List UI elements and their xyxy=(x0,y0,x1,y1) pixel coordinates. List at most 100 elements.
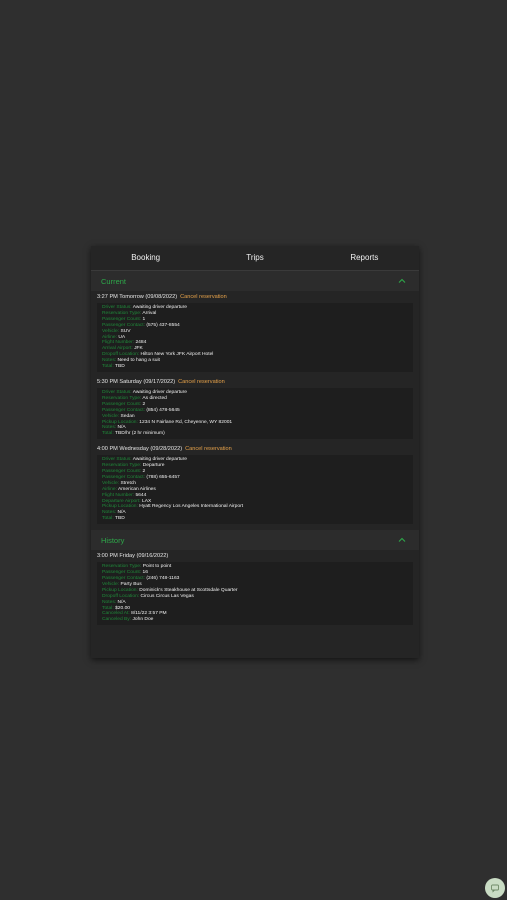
detail-label: Passenger Count: xyxy=(102,570,142,576)
detail-label: Total: xyxy=(102,516,114,522)
detail-value: TBD/hr (2 hr minimum) xyxy=(114,431,165,437)
detail-value: Need to hang a suit xyxy=(117,358,160,364)
history-section-title: History xyxy=(101,535,125,545)
history-section-header[interactable]: History xyxy=(91,530,419,551)
detail-label: Vehicle: xyxy=(102,581,120,587)
trip-datetime: 3:27 PM Tomorrow (09/08/2022) xyxy=(97,294,178,300)
detail-label: Reservation Type: xyxy=(102,564,142,570)
trip-details: Driver Status: Awaiting driver departure… xyxy=(97,303,413,372)
detail-label: Pickup Location: xyxy=(102,419,138,425)
detail-value: As directed xyxy=(142,395,167,401)
detail-label: Arrival Airport: xyxy=(102,346,133,352)
detail-value: 8/11/22 3:57 PM xyxy=(131,611,167,617)
trip-datetime: 3:00 PM Friday (09/16/2022) xyxy=(97,553,169,560)
detail-label: Reservation Type: xyxy=(102,310,142,316)
detail-value: $20.00 xyxy=(115,605,131,611)
detail-value: Awaiting driver departure xyxy=(132,457,187,463)
chevron-up-icon[interactable] xyxy=(397,535,407,545)
tab-trips[interactable]: Trips xyxy=(200,246,309,270)
detail-value: N/A xyxy=(117,425,126,431)
current-trips-list: 3:27 PM Tomorrow (09/08/2022) Cancel rese… xyxy=(91,291,419,528)
detail-label: Driver Status: xyxy=(102,457,132,463)
detail-value: 1 xyxy=(142,316,146,322)
detail-value: UA xyxy=(118,334,126,340)
cancel-reservation-link[interactable]: Cancel reservation xyxy=(178,379,225,385)
detail-label: Canceled At: xyxy=(102,611,130,617)
detail-label: Vehicle: xyxy=(102,328,120,334)
detail-label: Departure Airport: xyxy=(102,498,141,504)
detail-value: 1234 N Fairlane Rd, Cheyenne, WY 82001 xyxy=(139,419,233,425)
detail-value: John Doe xyxy=(132,617,154,623)
detail-label: Dropoff Location: xyxy=(102,593,140,599)
detail-value: Awaiting driver departure xyxy=(132,305,187,310)
detail-label: Passenger Contact: xyxy=(102,407,145,413)
detail-label: Vehicle: xyxy=(102,413,120,419)
trip-heading: 5:30 PM Saturday (09/17/2022) Cancel rese… xyxy=(91,376,419,388)
trip-heading: 4:00 PM Wednesday (09/28/2022) Cancel res… xyxy=(91,443,419,455)
cancel-reservation-link[interactable]: Cancel reservation xyxy=(185,446,232,452)
detail-value: American Airlines xyxy=(118,486,156,492)
detail-label: Airline: xyxy=(102,334,117,340)
trip-datetime: 5:30 PM Saturday (09/17/2022) xyxy=(97,378,176,385)
detail-label: Notes: xyxy=(102,358,117,364)
detail-value: Hyatt Regency Los Angeles International … xyxy=(139,504,244,510)
detail-value: Circus Circus Las Vegas xyxy=(140,593,194,599)
detail-value: Hilton New York JFK Airport Hotel xyxy=(140,352,214,358)
detail-value: Stretch xyxy=(120,480,137,486)
detail-value: Dominick's Steakhouse at Scottsdale Quar… xyxy=(139,587,238,593)
detail-row: Canceled By: John Doe xyxy=(102,617,411,623)
detail-value: 2 xyxy=(142,401,146,407)
detail-label: Pickup Location: xyxy=(102,504,138,510)
detail-label: Notes: xyxy=(102,510,117,516)
current-section-title: Current xyxy=(101,276,127,286)
detail-label: Reservation Type: xyxy=(102,463,142,469)
trip-heading: 3:00 PM Friday (09/16/2022) xyxy=(91,550,419,562)
detail-row: Total: TBD xyxy=(102,516,411,522)
detail-label: Driver Status: xyxy=(102,305,132,310)
detail-label: Dropoff Location: xyxy=(102,352,140,358)
detail-label: Pickup Location: xyxy=(102,587,138,593)
detail-label: Notes: xyxy=(102,425,117,431)
detail-label: Canceled By: xyxy=(102,617,132,623)
chevron-up-icon[interactable] xyxy=(397,276,407,286)
detail-row: Total: TBD xyxy=(102,364,411,370)
detail-value: (575) 437-8554 xyxy=(146,322,180,328)
detail-value: JFK xyxy=(134,346,143,352)
detail-value: 16 xyxy=(142,570,148,576)
detail-label: Passenger Contact: xyxy=(102,474,145,480)
current-section-header[interactable]: Current xyxy=(91,271,419,291)
detail-value: Point to point xyxy=(142,564,172,570)
cancel-reservation-link[interactable]: Cancel reservation xyxy=(180,294,227,300)
detail-value: TBD xyxy=(114,364,125,370)
detail-label: Vehicle: xyxy=(102,480,120,486)
detail-value: (854) 478-5645 xyxy=(146,407,180,413)
detail-value: N/A xyxy=(117,599,126,605)
detail-value: N/A xyxy=(117,510,126,516)
tab-booking[interactable]: Booking xyxy=(91,246,200,270)
detail-label: Driver Status: xyxy=(102,389,132,395)
detail-label: Airline: xyxy=(102,486,117,492)
trip-details: Reservation Type: Point to point Passenge… xyxy=(97,562,413,626)
detail-value: Departure xyxy=(142,463,165,469)
detail-value: (246) 748-1163 xyxy=(146,576,180,581)
detail-label: Passenger Contact: xyxy=(102,322,145,328)
detail-value: Party Bus xyxy=(120,581,142,587)
detail-label: Total: xyxy=(102,605,114,611)
detail-value: 2 xyxy=(142,469,146,475)
detail-value: 2484 xyxy=(135,340,147,346)
detail-row: Total: TBD/hr (2 hr minimum) xyxy=(102,431,411,437)
detail-value: LAX xyxy=(141,498,152,504)
detail-value: TBD xyxy=(114,516,125,522)
detail-label: Passenger Contact: xyxy=(102,576,145,581)
tab-reports[interactable]: Reports xyxy=(310,246,419,270)
trip-details: Driver Status: Awaiting driver departure… xyxy=(97,387,413,440)
detail-value: (788) 655-6457 xyxy=(146,474,180,480)
detail-label: Total: xyxy=(102,364,114,370)
detail-label: Total: xyxy=(102,431,114,437)
chat-button[interactable] xyxy=(485,878,505,898)
detail-value: SUV xyxy=(120,328,131,334)
detail-value: Awaiting driver departure xyxy=(132,389,187,395)
detail-label: Passenger Count: xyxy=(102,469,142,475)
detail-label: Reservation Type: xyxy=(102,395,142,401)
detail-label: Passenger Count: xyxy=(102,401,142,407)
